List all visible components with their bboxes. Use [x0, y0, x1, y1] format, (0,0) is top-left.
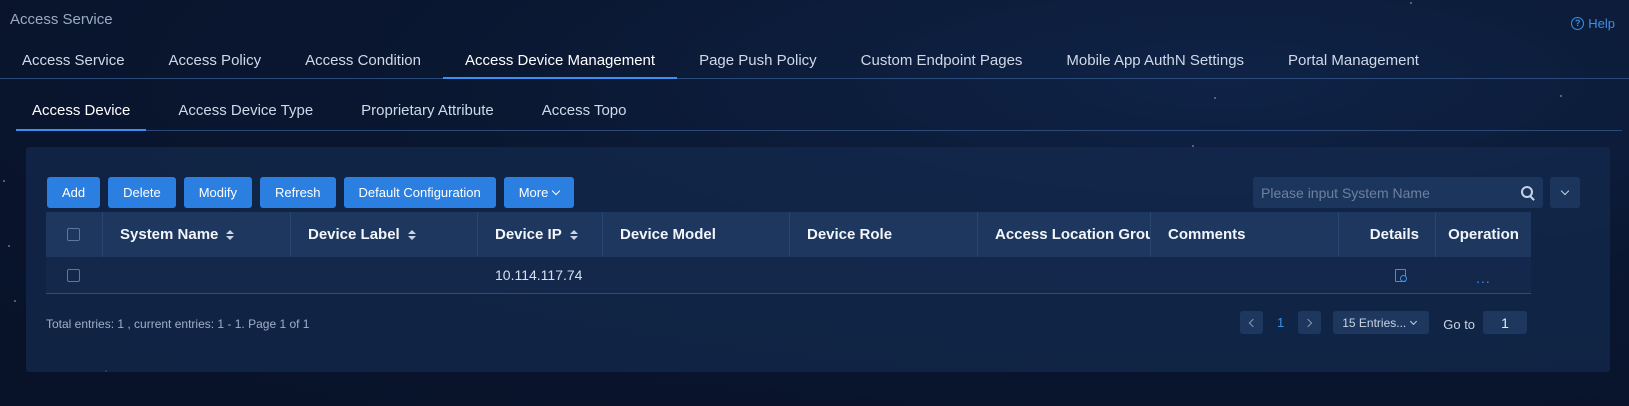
more-button[interactable]: More — [503, 177, 575, 208]
more-actions-icon[interactable]: ... — [1476, 270, 1491, 286]
search-input[interactable] — [1261, 184, 1521, 201]
header-details: Details — [1339, 212, 1436, 257]
tab-access-device[interactable]: Access Device — [16, 99, 147, 131]
chevron-left-icon — [1248, 318, 1258, 327]
search-icon[interactable] — [1521, 185, 1535, 200]
background-star — [3, 180, 5, 182]
header-checkbox-cell — [46, 212, 103, 257]
advanced-search-toggle[interactable] — [1550, 177, 1580, 208]
cell-device-model — [603, 257, 790, 293]
help-link[interactable]: ? Help — [1571, 16, 1615, 31]
header-operation: Operation — [1448, 226, 1519, 243]
pagination-summary: Total entries: 1 , current entries: 1 - … — [46, 317, 310, 331]
details-icon[interactable] — [1395, 268, 1407, 282]
chevron-down-icon — [1410, 317, 1418, 325]
header-device-ip-label: Device IP — [495, 226, 562, 243]
next-page-button[interactable] — [1298, 311, 1322, 334]
sort-icon[interactable] — [569, 229, 578, 240]
content-panel: Add Delete Modify Refresh Default Config… — [26, 147, 1610, 372]
tab-access-device-type[interactable]: Access Device Type — [162, 99, 329, 131]
table-header: System Name Device Label Device IP Devic… — [46, 212, 1531, 257]
refresh-button[interactable]: Refresh — [260, 177, 336, 208]
tab-custom-endpoint-pages[interactable]: Custom Endpoint Pages — [839, 49, 1045, 79]
cell-device-label — [291, 257, 478, 293]
tab-page-push-policy[interactable]: Page Push Policy — [677, 49, 839, 79]
tab-proprietary-attribute[interactable]: Proprietary Attribute — [345, 99, 510, 131]
page-size-select[interactable]: 15 Entries... — [1333, 311, 1430, 334]
page-size-label: 15 Entries... — [1342, 315, 1407, 330]
help-label: Help — [1588, 16, 1615, 31]
tab-access-topo[interactable]: Access Topo — [526, 99, 643, 131]
sub-tabs: Access Device Access Device Type Proprie… — [16, 99, 1622, 131]
cell-system-name — [103, 257, 291, 293]
search-area — [1253, 177, 1580, 208]
header-system-name-label: System Name — [120, 226, 219, 243]
tab-mobile-app-authn-settings[interactable]: Mobile App AuthN Settings — [1044, 49, 1266, 79]
cell-operation: ... — [1436, 257, 1531, 293]
row-checkbox[interactable] — [67, 268, 80, 282]
add-button[interactable]: Add — [47, 177, 101, 208]
tab-access-condition[interactable]: Access Condition — [283, 49, 443, 79]
tab-access-device-management[interactable]: Access Device Management — [442, 49, 678, 79]
row-checkbox-cell — [46, 257, 103, 293]
search-box — [1253, 177, 1543, 208]
cell-details — [1339, 257, 1436, 293]
sort-icon[interactable] — [407, 229, 416, 240]
header-device-ip[interactable]: Device IP — [478, 212, 603, 257]
page-number[interactable]: 1 — [1271, 315, 1290, 330]
toolbar: Add Delete Modify Refresh Default Config… — [47, 177, 575, 208]
tab-access-policy[interactable]: Access Policy — [147, 49, 284, 79]
delete-button[interactable]: Delete — [108, 177, 176, 208]
goto-label: Go to — [1443, 316, 1476, 332]
cell-device-ip: 10.114.117.74 — [495, 267, 583, 283]
header-system-name[interactable]: System Name — [103, 212, 291, 257]
background-star — [8, 245, 10, 247]
header-device-model: Device Model — [603, 212, 790, 257]
header-device-label[interactable]: Device Label — [291, 212, 478, 257]
more-button-label: More — [518, 185, 549, 200]
select-all-checkbox[interactable] — [67, 228, 80, 241]
page-title: Access Service — [10, 11, 113, 28]
header-access-location-group: Access Location Group — [978, 212, 1151, 257]
tab-portal-management[interactable]: Portal Management — [1266, 49, 1441, 79]
table-row[interactable]: 10.114.117.74 ... — [46, 257, 1531, 294]
device-table: System Name Device Label Device IP Devic… — [46, 212, 1531, 294]
sort-icon[interactable] — [226, 229, 235, 240]
header-comments: Comments — [1151, 212, 1339, 257]
goto-page-input[interactable] — [1483, 311, 1528, 334]
chevron-down-icon — [1560, 186, 1570, 196]
pagination: 1 15 Entries... Go to — [1240, 311, 1528, 334]
modify-button[interactable]: Modify — [183, 177, 253, 208]
prev-page-button[interactable] — [1240, 311, 1263, 334]
default-configuration-button[interactable]: Default Configuration — [343, 177, 496, 208]
header-device-role: Device Role — [790, 212, 978, 257]
cell-comments — [1151, 257, 1339, 293]
help-icon: ? — [1571, 17, 1585, 30]
chevron-right-icon — [1303, 318, 1313, 327]
cell-device-role — [790, 257, 978, 293]
cell-access-location-group — [978, 257, 1151, 293]
main-tabs: Access Service Access Policy Access Cond… — [0, 49, 1629, 79]
background-star — [1410, 2, 1412, 4]
header-device-label-label: Device Label — [308, 226, 400, 243]
background-star — [14, 300, 16, 302]
chevron-down-icon — [552, 186, 561, 196]
tab-access-service[interactable]: Access Service — [0, 49, 147, 79]
background-star — [1560, 95, 1562, 97]
